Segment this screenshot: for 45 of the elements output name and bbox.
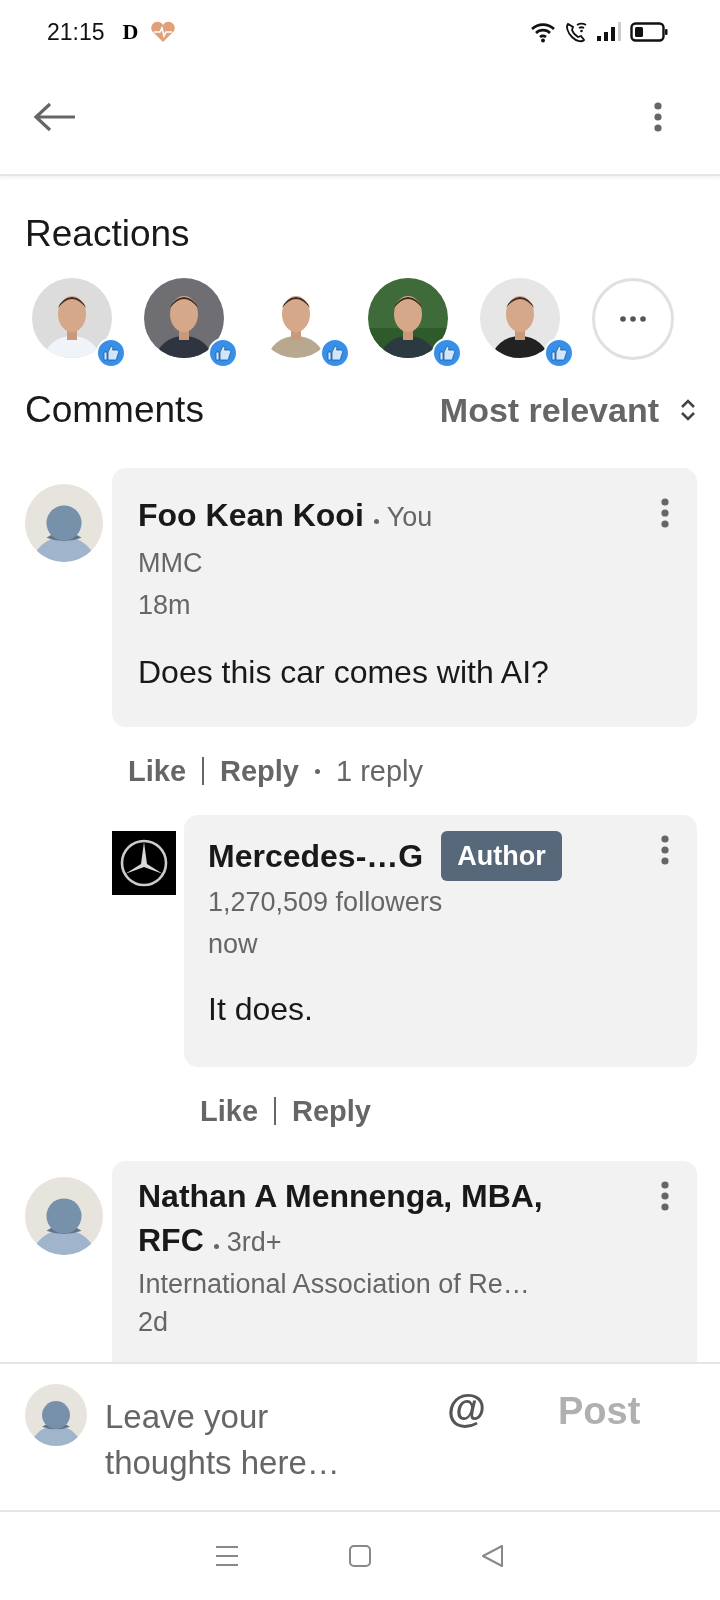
more-options-icon[interactable] <box>661 835 669 865</box>
more-options-icon[interactable] <box>654 102 662 132</box>
clock-time: 21:15 <box>47 18 105 46</box>
more-options-icon[interactable] <box>661 1181 669 1211</box>
comment-text: It does. <box>208 990 314 1029</box>
comment-time: 18m <box>138 589 192 622</box>
menu-icon[interactable] <box>214 1543 240 1569</box>
app-letter-icon: D <box>122 19 139 45</box>
section-title: Comments <box>25 388 204 432</box>
reply-button[interactable]: Reply <box>220 754 299 788</box>
wifi-icon <box>530 21 556 43</box>
like-button[interactable]: Like <box>128 754 187 788</box>
signal-icon <box>596 21 622 43</box>
ellipsis-icon <box>620 316 646 322</box>
heart-pulse-icon <box>150 21 177 43</box>
comment-field[interactable]: Leave your thoughts here… <box>105 1394 355 1490</box>
reply-button[interactable]: Reply <box>292 1094 371 1128</box>
home-icon[interactable] <box>348 1544 372 1568</box>
thumbs-up-icon <box>320 338 350 368</box>
wifi-calling-icon <box>564 21 588 43</box>
thumbs-up-icon <box>96 338 126 368</box>
mention-button[interactable]: @ <box>447 1386 486 1431</box>
thumbs-up-icon <box>544 338 574 368</box>
replies-link[interactable]: 1 reply <box>336 754 424 788</box>
thumbs-up-icon <box>208 338 238 368</box>
author-badge: Author <box>441 831 562 881</box>
sort-toggle-icon <box>679 398 697 422</box>
more-options-icon[interactable] <box>661 498 669 528</box>
comment-time: now <box>208 928 259 961</box>
back-arrow-icon[interactable] <box>33 102 77 132</box>
section-title: Reactions <box>25 212 191 256</box>
star-logo-icon[interactable] <box>112 831 176 895</box>
comment-time: 2d <box>138 1306 170 1339</box>
thumbs-up-icon <box>432 338 462 368</box>
author-headline: International Association of Re… <box>138 1268 531 1301</box>
author-headline: 1,270,509 followers <box>208 886 444 919</box>
comment-text: Does this car comes with AI? <box>138 653 550 692</box>
back-icon[interactable] <box>480 1543 506 1569</box>
author-name[interactable]: Mercedes-…G <box>208 831 424 881</box>
sort-dropdown[interactable]: Most relevant <box>439 390 697 430</box>
author-line[interactable]: Nathan A Mennenga, MBA, RFC 3rd+ <box>138 1177 608 1265</box>
author-line[interactable]: Foo Kean Kooi You <box>138 494 608 542</box>
like-button[interactable]: Like <box>200 1094 259 1128</box>
author-headline: MMC <box>138 547 204 580</box>
battery-icon <box>630 21 668 43</box>
